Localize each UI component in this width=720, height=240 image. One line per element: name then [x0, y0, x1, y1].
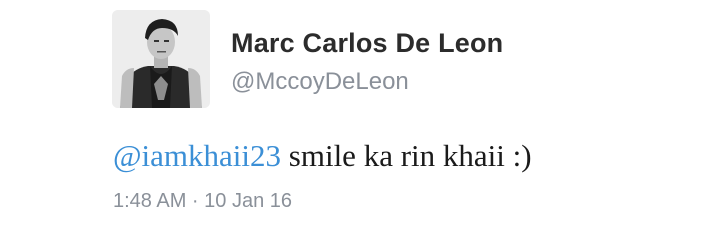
author-display-name[interactable]: Marc Carlos De Leon: [231, 28, 503, 59]
author-handle[interactable]: @MccoyDeLeon: [231, 68, 409, 96]
profile-photo-icon: [112, 10, 210, 108]
mention-link[interactable]: @iamkhaii23: [113, 138, 281, 173]
tweet-card: Marc Carlos De Leon @MccoyDeLeon @iamkha…: [0, 0, 720, 240]
tweet-body: smile ka rin khaii :): [281, 138, 532, 173]
tweet-timestamp[interactable]: 1:48 AM · 10 Jan 16: [113, 190, 292, 213]
avatar[interactable]: [112, 10, 210, 108]
tweet-text: @iamkhaii23 smile ka rin khaii :): [113, 138, 532, 174]
